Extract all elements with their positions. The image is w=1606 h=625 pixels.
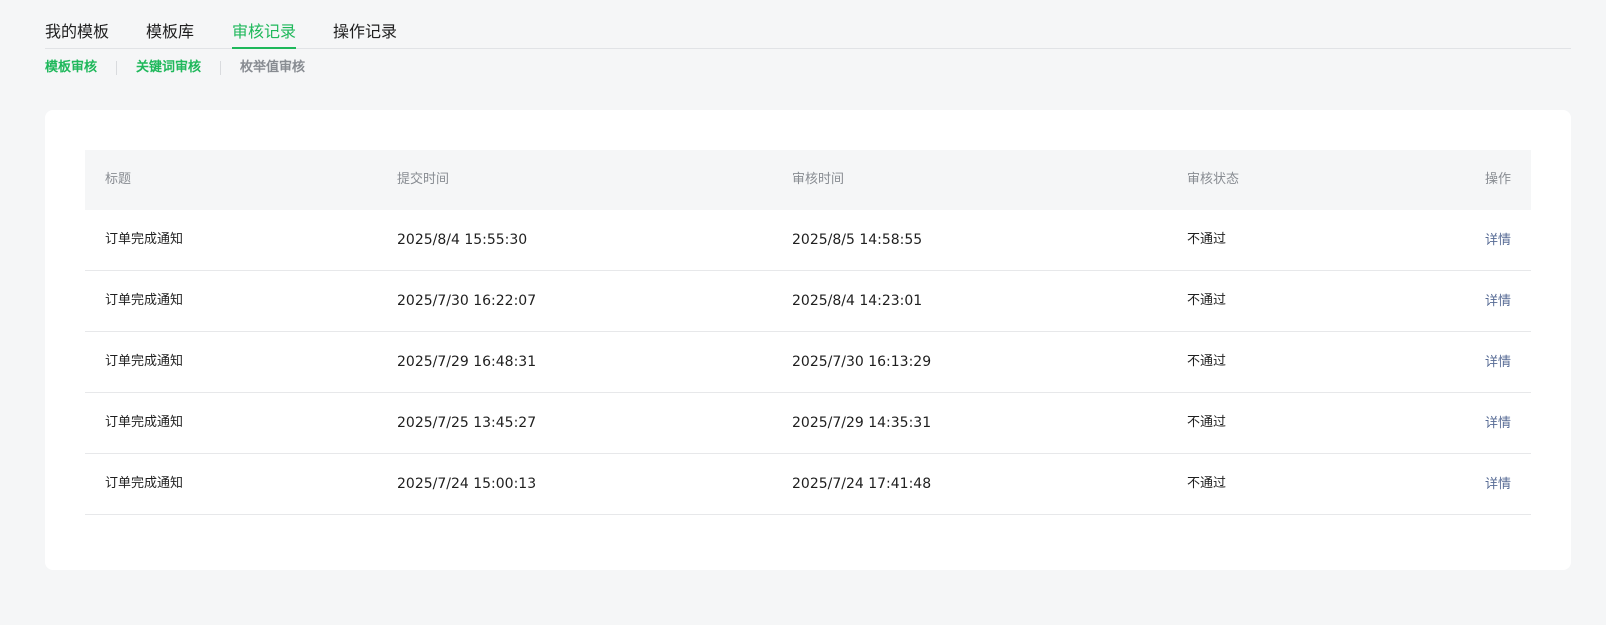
sub-tab-bar: 模板审核 关键词审核 枚举值审核 [45, 58, 305, 78]
subtab-enum-review[interactable]: 枚举值审核 [240, 58, 305, 78]
tab-my-templates[interactable]: 我的模板 [45, 20, 109, 44]
header-action: 操作 [1484, 172, 1511, 187]
cell-status: 不通过 [1187, 476, 1227, 491]
table-header: 标题 提交时间 审核时间 审核状态 操作 [85, 150, 1531, 210]
cell-status: 不通过 [1187, 354, 1227, 369]
subtab-template-review[interactable]: 模板审核 [45, 58, 97, 78]
header-review-status: 审核状态 [1187, 172, 1240, 187]
table-row: 订单完成通知 2025/8/4 15:55:30 2025/8/5 14:58:… [85, 210, 1531, 271]
cell-submit-time: 2025/7/24 15:00:13 [397, 476, 537, 492]
cell-submit-time: 2025/7/25 13:45:27 [397, 415, 537, 431]
cell-review-time: 2025/8/5 14:58:55 [792, 232, 923, 248]
cell-submit-time: 2025/8/4 15:55:30 [397, 232, 528, 248]
tab-review-records[interactable]: 审核记录 [232, 20, 297, 49]
table-row: 订单完成通知 2025/7/25 13:45:27 2025/7/29 14:3… [85, 393, 1531, 454]
cell-title: 订单完成通知 [105, 354, 184, 369]
cell-review-time: 2025/7/30 16:13:29 [792, 354, 932, 370]
detail-link[interactable]: 详情 [1485, 355, 1511, 370]
cell-title: 订单完成通知 [105, 476, 184, 491]
table-row: 订单完成通知 2025/7/24 15:00:13 2025/7/24 17:4… [85, 454, 1531, 515]
header-submit-time: 提交时间 [397, 172, 450, 187]
cell-title: 订单完成通知 [105, 293, 184, 308]
tab-operation-records[interactable]: 操作记录 [333, 20, 397, 44]
sub-tab-divider [220, 61, 222, 75]
table-row: 订单完成通知 2025/7/29 16:48:31 2025/7/30 16:1… [85, 332, 1531, 393]
detail-link[interactable]: 详情 [1485, 294, 1511, 309]
cell-review-time: 2025/8/4 14:23:01 [792, 293, 923, 309]
sub-tab-divider [116, 61, 118, 75]
header-title: 标题 [105, 172, 132, 187]
cell-submit-time: 2025/7/30 16:22:07 [397, 293, 537, 309]
tab-template-library[interactable]: 模板库 [146, 20, 194, 44]
cell-title: 订单完成通知 [105, 415, 184, 430]
table-row: 订单完成通知 2025/7/30 16:22:07 2025/8/4 14:23… [85, 271, 1531, 332]
header-review-time: 审核时间 [792, 172, 845, 187]
cell-submit-time: 2025/7/29 16:48:31 [397, 354, 537, 370]
review-records-card: 标题 提交时间 审核时间 审核状态 操作 订单完成通知 2025/8/4 15:… [45, 110, 1571, 570]
cell-status: 不通过 [1187, 293, 1227, 308]
detail-link[interactable]: 详情 [1485, 416, 1511, 431]
detail-link[interactable]: 详情 [1485, 233, 1511, 248]
cell-status: 不通过 [1187, 415, 1227, 430]
subtab-keyword-review[interactable]: 关键词审核 [136, 58, 201, 78]
cell-review-time: 2025/7/24 17:41:48 [792, 476, 932, 492]
cell-review-time: 2025/7/29 14:35:31 [792, 415, 932, 431]
top-tab-bar: 我的模板 模板库 审核记录 操作记录 [45, 0, 1571, 49]
cell-title: 订单完成通知 [105, 232, 184, 247]
detail-link[interactable]: 详情 [1485, 477, 1511, 492]
review-records-table: 标题 提交时间 审核时间 审核状态 操作 订单完成通知 2025/8/4 15:… [85, 150, 1531, 515]
cell-status: 不通过 [1187, 232, 1227, 247]
